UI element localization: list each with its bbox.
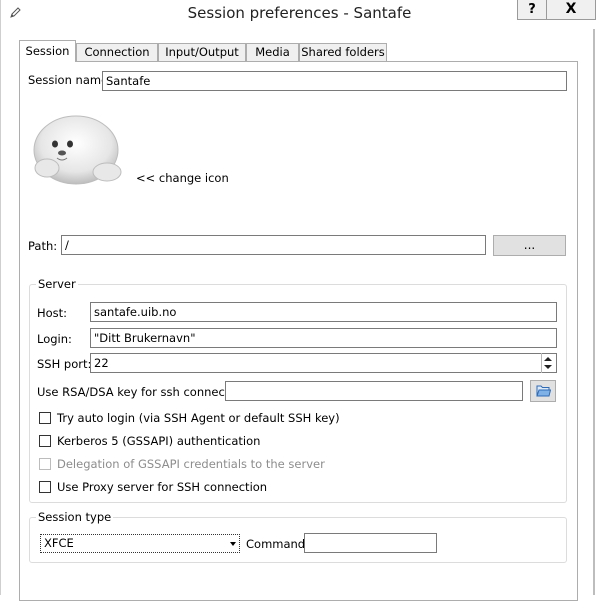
session-name-input[interactable]: Santafe <box>102 71 567 91</box>
tab-input-output[interactable]: Input/Output <box>158 43 246 61</box>
title-bar: Session preferences - Santafe ? X <box>1 0 597 29</box>
tab-session[interactable]: Session <box>19 40 76 62</box>
tab-connection[interactable]: Connection <box>76 43 158 61</box>
session-type-group-title: Session type <box>36 510 114 524</box>
proxy-checkbox[interactable] <box>39 481 51 493</box>
folder-open-icon <box>536 385 551 397</box>
dialog-client-area: Session Connection Input/Output Media Sh… <box>2 30 578 601</box>
spin-down-arrow-icon[interactable] <box>544 365 552 369</box>
host-label: Host: <box>37 306 68 320</box>
auto-login-checkbox[interactable] <box>39 412 51 424</box>
close-button[interactable]: X <box>546 0 596 20</box>
session-tab-panel: Session name: Santafe << change icon Pat… <box>19 61 578 601</box>
session-name-label: Session name: <box>28 73 113 87</box>
gssapi-delegation-checkbox <box>39 458 51 470</box>
login-input[interactable]: "Ditt Brukernavn" <box>90 328 557 348</box>
seal-icon[interactable] <box>27 108 125 188</box>
gssapi-delegation-label: Delegation of GSSAPI credentials to the … <box>57 457 325 471</box>
server-group-title: Server <box>36 277 78 291</box>
ssh-port-input[interactable]: 22 <box>90 353 557 373</box>
session-type-group: Session type XFCE Command: <box>29 510 567 563</box>
kerberos-label: Kerberos 5 (GSSAPI) authentication <box>57 434 261 448</box>
open-key-file-button[interactable] <box>530 380 556 402</box>
browse-path-button[interactable]: ... <box>493 235 566 256</box>
host-input[interactable]: santafe.uib.no <box>90 302 557 322</box>
dropdown-arrow-icon <box>230 542 236 546</box>
rsa-key-input[interactable] <box>225 381 523 401</box>
server-group: Server Host: santafe.uib.no Login: "Ditt… <box>29 277 567 503</box>
window-title: Session preferences - Santafe <box>187 4 412 22</box>
tab-media[interactable]: Media <box>246 43 299 61</box>
command-label: Command: <box>246 537 309 551</box>
change-icon-link[interactable]: << change icon <box>136 171 229 185</box>
kerberos-checkbox[interactable] <box>39 435 51 447</box>
session-type-selected-value: XFCE <box>44 536 74 550</box>
path-label: Path: <box>28 239 58 253</box>
session-type-select[interactable]: XFCE <box>40 534 240 553</box>
tab-shared-folders[interactable]: Shared folders <box>299 43 387 61</box>
command-input[interactable] <box>304 533 437 553</box>
proxy-label: Use Proxy server for SSH connection <box>57 480 268 494</box>
rsa-key-label: Use RSA/DSA key for ssh connection: <box>37 385 251 399</box>
login-label: Login: <box>37 332 72 346</box>
path-input[interactable]: / <box>61 235 486 255</box>
session-preferences-window: Session preferences - Santafe ? X Sessio… <box>0 0 597 601</box>
ssh-port-label: SSH port: <box>37 357 92 371</box>
spin-up-arrow-icon[interactable] <box>544 357 552 361</box>
ssh-port-spinner[interactable] <box>541 353 556 373</box>
help-button[interactable]: ? <box>517 0 547 20</box>
auto-login-label: Try auto login (via SSH Agent or default… <box>57 411 340 425</box>
